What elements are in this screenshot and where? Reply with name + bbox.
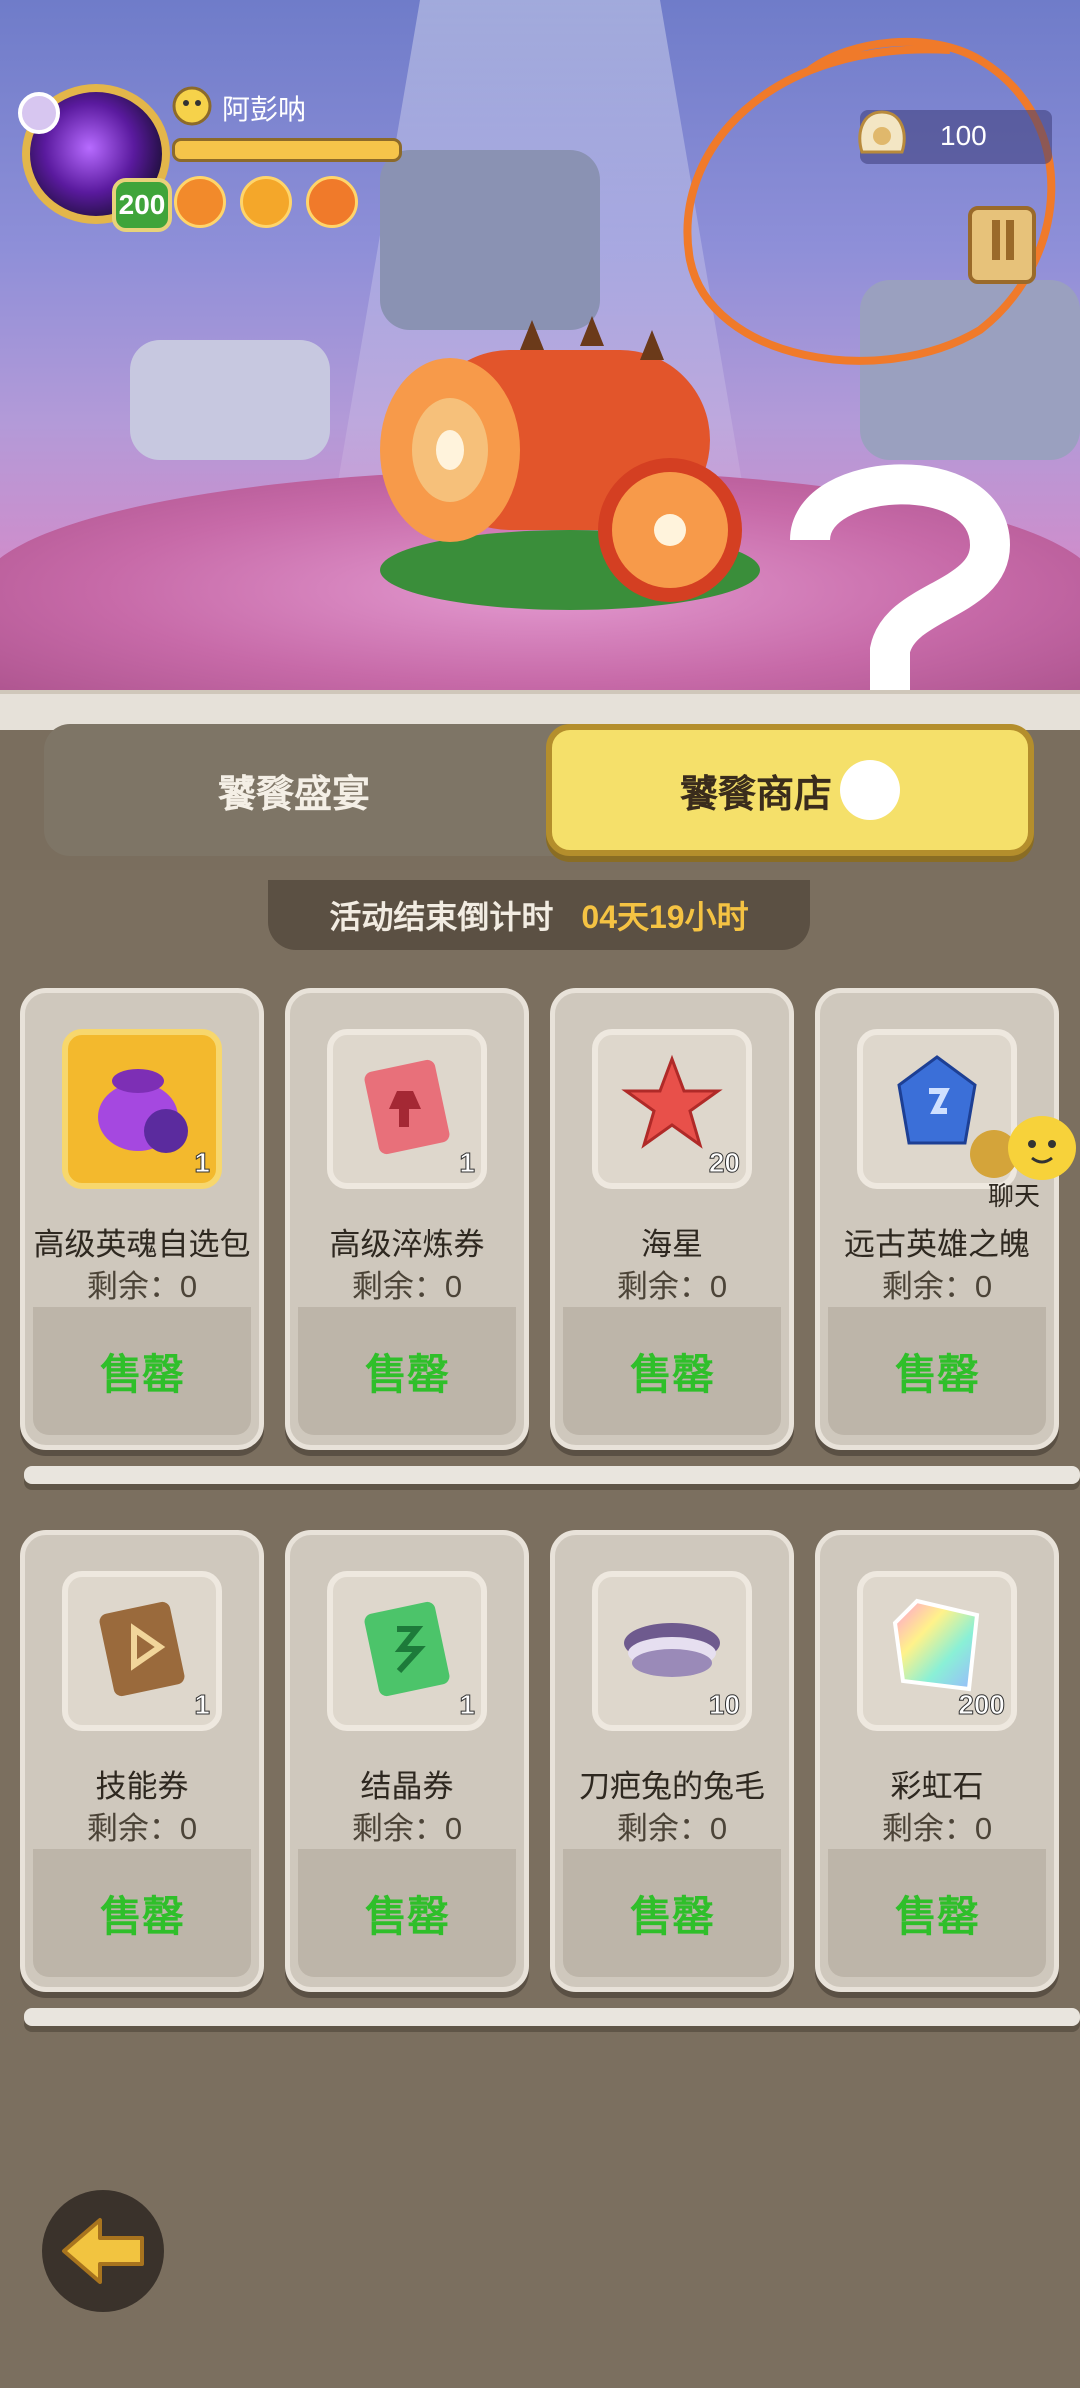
item-icon-box: 1 (327, 1571, 487, 1731)
rainbow-stone-icon (892, 1598, 980, 1692)
countdown-label: 活动结束倒计时 (329, 899, 554, 935)
starfish-icon (621, 1054, 723, 1149)
sold-out-label: 售罄 (828, 1849, 1046, 1977)
sold-out-label: 售罄 (298, 1307, 516, 1435)
item-name: 刀疤兔的兔毛 (579, 1769, 765, 1804)
item-icon-box: 200 (857, 1571, 1017, 1731)
sold-out-label: 售罄 (563, 1307, 781, 1435)
buff-shield-icon[interactable] (306, 176, 358, 228)
avatar-badge-icon (18, 92, 60, 134)
back-arrow-icon (62, 2218, 144, 2284)
shop-item-card[interactable]: 1 技能券 剩余：0 售罄 (20, 1530, 264, 1992)
item-quantity: 1 (194, 1147, 211, 1179)
item-quantity: 1 (459, 1147, 476, 1179)
dragon-statue (130, 340, 330, 460)
item-quantity: 1 (194, 1689, 211, 1721)
item-quantity: 200 (958, 1689, 1006, 1721)
rabbit-fur-icon (624, 1623, 720, 1677)
shell-icon (858, 110, 906, 154)
emoji-face-icon (172, 86, 212, 126)
countdown-value: 04天19小时 (581, 899, 749, 935)
item-remaining: 剩余：0 (616, 1269, 728, 1304)
item-quantity: 10 (708, 1689, 740, 1721)
chat-face-icon (970, 1116, 1076, 1180)
item-remaining: 剩余：0 (351, 1811, 463, 1846)
scroll-icon[interactable] (960, 200, 1044, 290)
sold-out-label: 售罄 (563, 1849, 781, 1977)
item-name: 高级淬炼券 (329, 1227, 485, 1262)
soul-bag-icon (98, 1069, 188, 1153)
event-banner: 200 阿彭呐 100 (0, 0, 1080, 705)
exp-bar (172, 138, 402, 162)
item-icon-box: 20 (592, 1029, 752, 1189)
item-name: 结晶券 (360, 1769, 454, 1804)
item-icon-box: 1 (327, 1029, 487, 1189)
tab-bar: 饕餮盛宴 饕餮商店 (44, 724, 1034, 856)
item-remaining: 剩余：0 (86, 1269, 198, 1304)
sold-out-label: 售罄 (33, 1307, 251, 1435)
shop-item-card[interactable]: 200 彩虹石 剩余：0 售罄 (815, 1530, 1059, 1992)
buff-meat-icon[interactable] (174, 176, 226, 228)
item-name: 技能券 (95, 1769, 189, 1804)
item-remaining: 剩余：0 (86, 1811, 198, 1846)
item-icon-box: 1 (62, 1571, 222, 1731)
player-level: 200 (112, 178, 172, 232)
item-icon-box: 1 (62, 1029, 222, 1189)
chat-button[interactable]: 聊天 (968, 1114, 1080, 1214)
red-ticket-icon (364, 1059, 450, 1155)
shelf (24, 2008, 1080, 2026)
item-icon-box: 10 (592, 1571, 752, 1731)
shop-item-card[interactable]: 1 高级淬炼券 剩余：0 售罄 (285, 988, 529, 1450)
item-name: 海星 (641, 1227, 703, 1262)
annotation-dot (840, 760, 900, 820)
currency-amount: 100 (940, 120, 987, 151)
sold-out-label: 售罄 (33, 1849, 251, 1977)
shop-item-card[interactable]: 10 刀疤兔的兔毛 剩余：0 售罄 (550, 1530, 794, 1992)
tab-feast-label: 饕餮盛宴 (217, 773, 370, 816)
chat-label: 聊天 (988, 1181, 1041, 1211)
item-remaining: 剩余：0 (351, 1269, 463, 1304)
shop-item-card[interactable]: 1 高级英魂自选包 剩余：0 售罄 (20, 988, 264, 1450)
sold-out-label: 售罄 (828, 1307, 1046, 1435)
shelf (24, 1466, 1080, 1484)
player-name: 阿彭呐 (222, 94, 307, 125)
item-remaining: 剩余：0 (881, 1811, 993, 1846)
countdown-bar: 活动结束倒计时 04天19小时 (268, 880, 810, 950)
question-mark-icon (790, 464, 1011, 700)
tab-shop-label: 饕餮商店 (679, 773, 832, 816)
sold-out-label: 售罄 (298, 1849, 516, 1977)
skill-ticket-icon (99, 1601, 185, 1697)
item-name: 彩虹石 (890, 1769, 984, 1804)
back-button[interactable] (42, 2190, 164, 2312)
shop-item-card[interactable]: 1 结晶券 剩余：0 售罄 (285, 1530, 529, 1992)
item-remaining: 剩余：0 (616, 1811, 728, 1846)
shop-item-card[interactable]: 远古英雄之魄 剩余：0 售罄 (815, 988, 1059, 1450)
tab-shop[interactable]: 饕餮商店 (546, 724, 1034, 856)
tab-feast[interactable]: 饕餮盛宴 (44, 724, 544, 856)
item-quantity: 1 (459, 1689, 476, 1721)
item-quantity: 20 (708, 1147, 740, 1179)
item-name: 高级英魂自选包 (33, 1227, 251, 1262)
item-remaining: 剩余：0 (881, 1269, 993, 1304)
item-name: 远古英雄之魄 (844, 1227, 1030, 1262)
green-ticket-icon (364, 1601, 450, 1697)
shop-item-card[interactable]: 20 海星 剩余：0 售罄 (550, 988, 794, 1450)
buff-sun-icon[interactable] (240, 176, 292, 228)
